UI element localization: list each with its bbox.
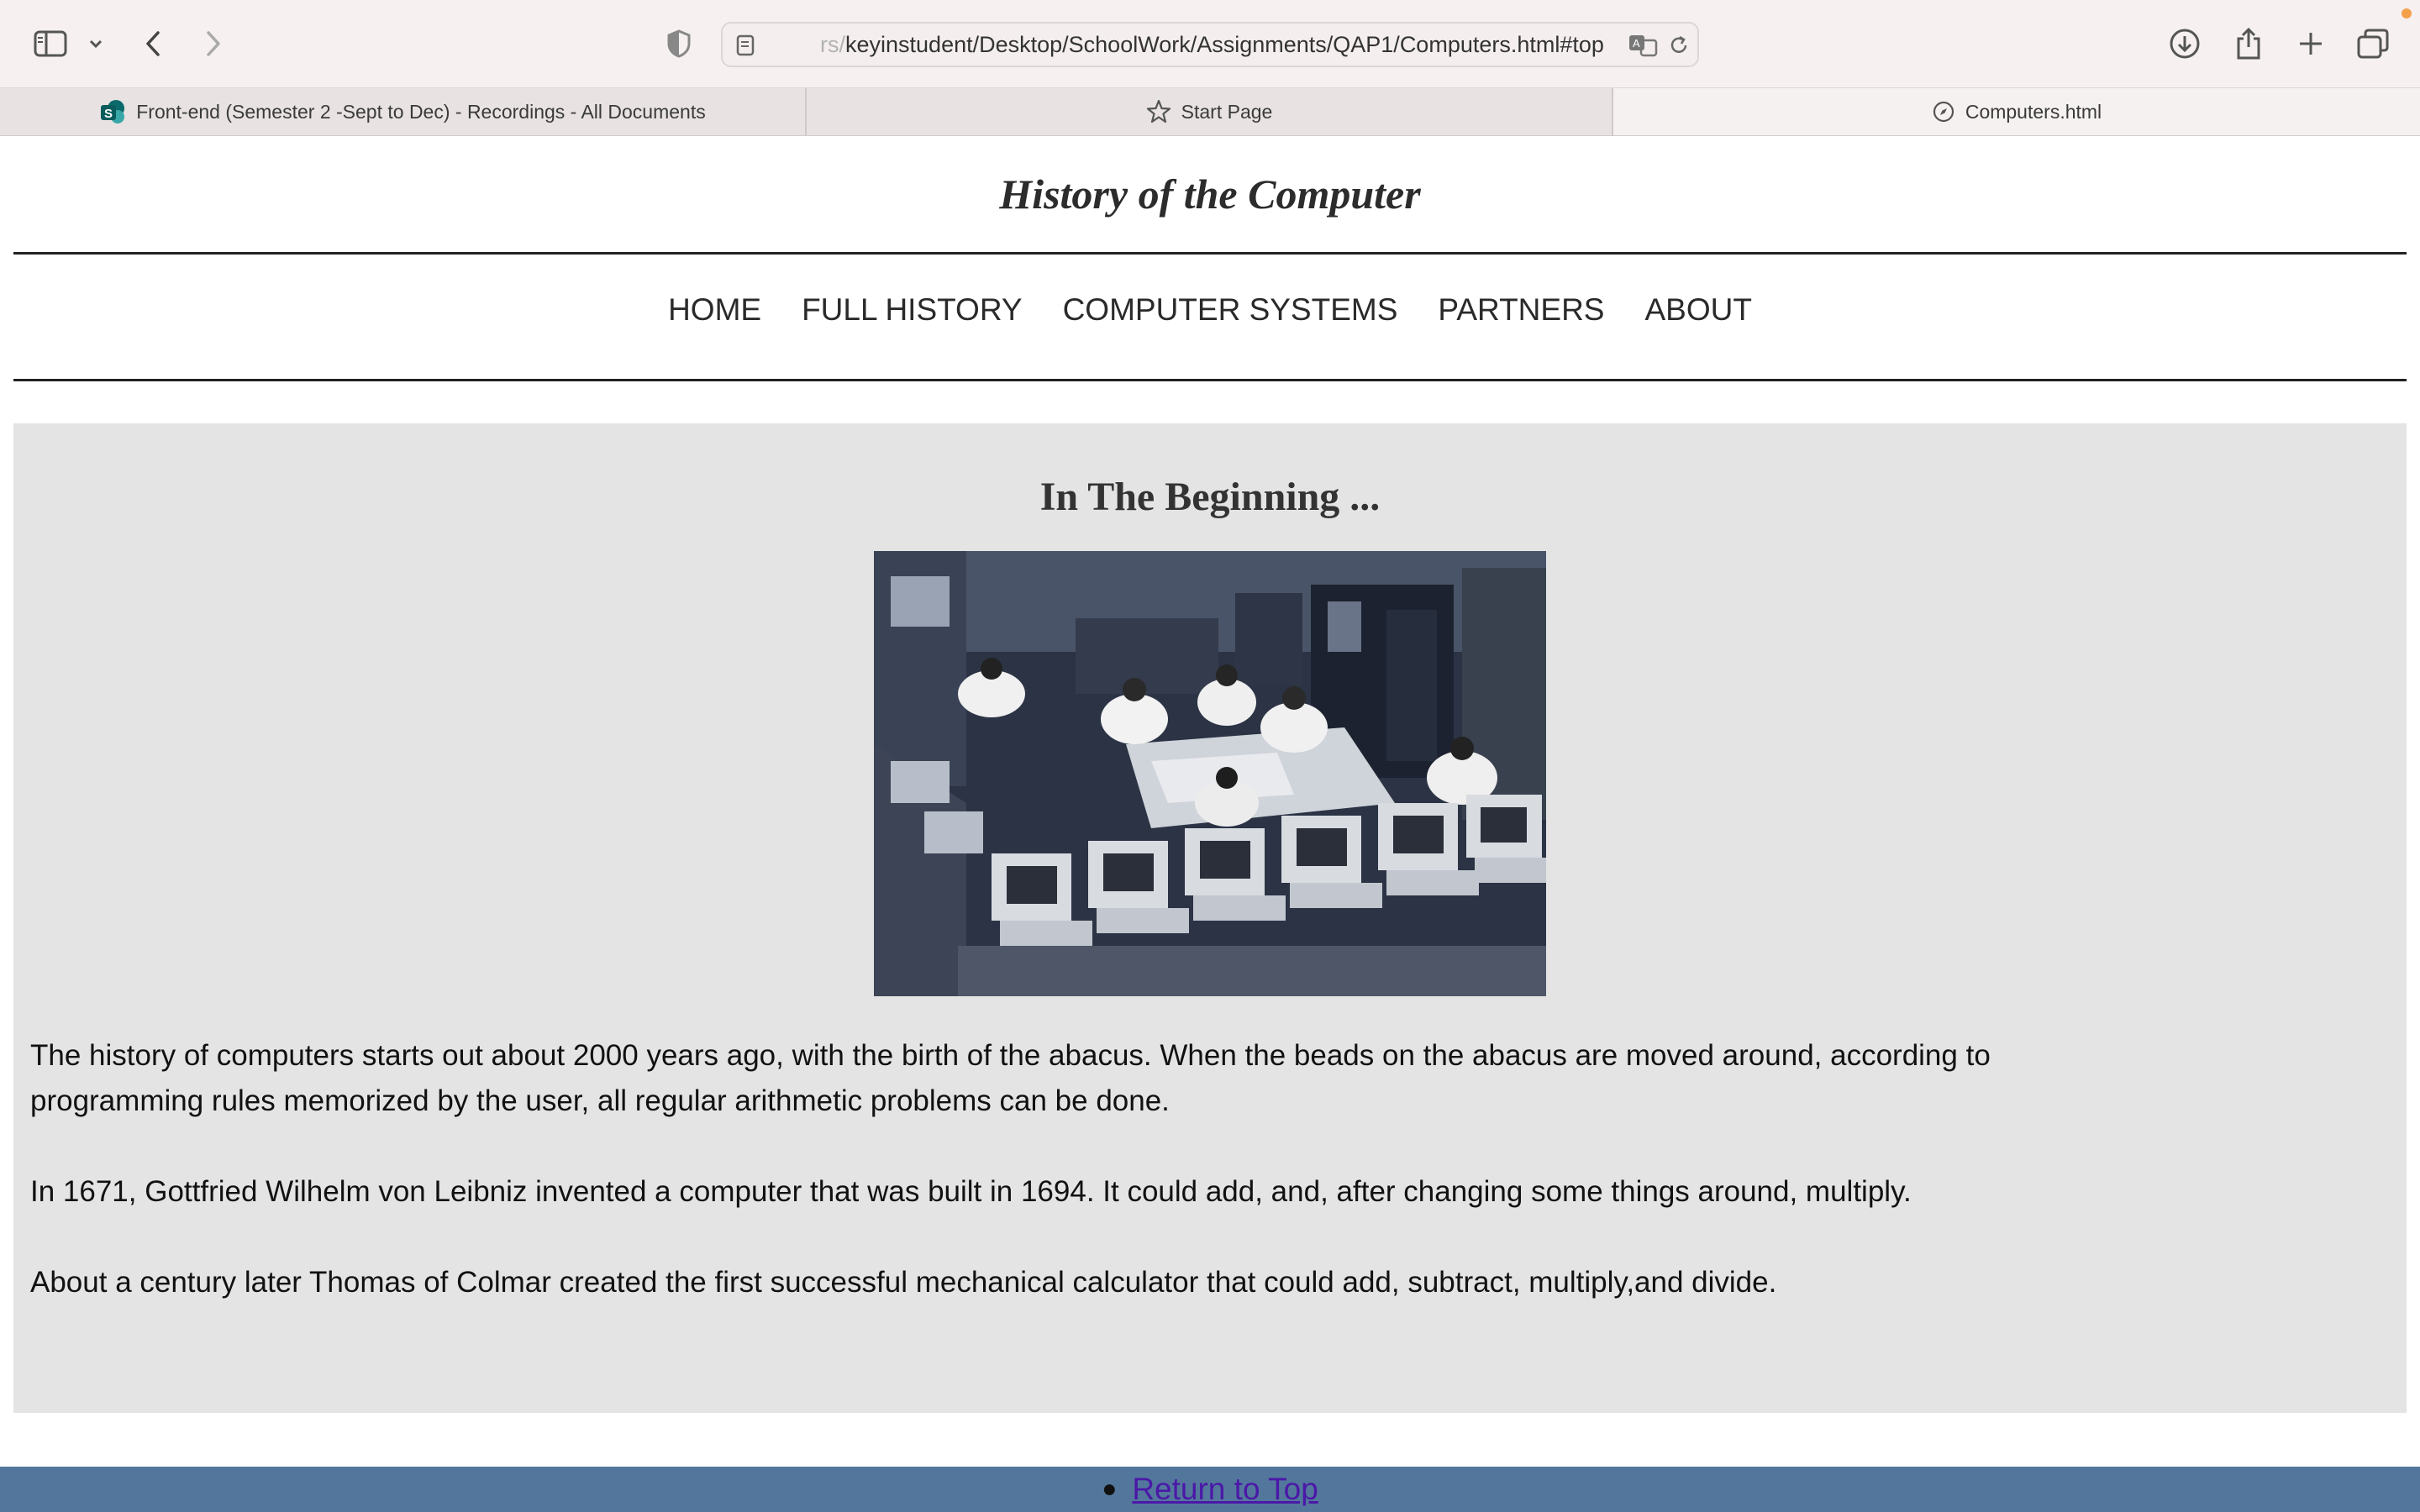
tab-bar: S Front-end (Semester 2 -Sept to Dec) - …	[0, 87, 2420, 136]
privacy-shield-icon[interactable]	[662, 27, 696, 60]
address-url: keyinstudent/Desktop/SchoolWork/Assignme…	[845, 32, 1604, 57]
paragraph: About a century later Thomas of Colmar c…	[30, 1266, 1777, 1299]
nav-computer-systems[interactable]: COMPUTER SYSTEMS	[1063, 292, 1398, 328]
back-arrow-icon[interactable]	[136, 25, 170, 62]
translate-icon[interactable]: A	[1627, 32, 1660, 59]
page-icon	[734, 34, 756, 57]
tab-label: Computers.html	[1965, 100, 2102, 123]
browser-toolbar: rs/keyinstudent/Desktop/SchoolWork/Assig…	[0, 0, 2420, 87]
tab-computers[interactable]: Computers.html	[1613, 88, 2420, 135]
paragraph: The history of computers starts out abou…	[30, 1039, 1991, 1117]
tab-label: Start Page	[1181, 100, 1273, 123]
forward-arrow-icon[interactable]	[197, 25, 230, 62]
section-heading: In The Beginning ...	[1039, 475, 1381, 519]
nav-divider	[13, 379, 2407, 381]
sharepoint-icon: S	[99, 98, 126, 125]
main-nav: HOME FULL HISTORY COMPUTER SYSTEMS PARTN…	[0, 292, 2420, 328]
star-icon	[1146, 99, 1171, 124]
return-to-top-link[interactable]: Return to Top	[1132, 1472, 1318, 1507]
reload-icon[interactable]	[1665, 32, 1692, 59]
footer-list: ● Return to Top	[0, 1467, 2420, 1512]
svg-text:A: A	[1633, 37, 1640, 50]
page-footer: ● Return to Top	[0, 1467, 2420, 1512]
tab-start-page[interactable]: Start Page	[807, 88, 1612, 135]
address-prefix: rs/	[820, 32, 845, 57]
share-icon[interactable]	[2230, 24, 2267, 64]
tab-overview-icon[interactable]	[2354, 25, 2391, 62]
history-text: The history of computers starts out abou…	[30, 1033, 2047, 1351]
web-page: History of the Computer HOME FULL HISTOR…	[0, 136, 2420, 1512]
site-title: History of the Computer	[999, 171, 1421, 218]
tab-sharepoint[interactable]: S Front-end (Semester 2 -Sept to Dec) - …	[0, 88, 805, 135]
computer-room-photo	[874, 551, 1546, 996]
paragraph: In 1671, Gottfried Wilhelm von Leibniz i…	[30, 1175, 1912, 1208]
address-bar[interactable]: rs/keyinstudent/Desktop/SchoolWork/Assig…	[721, 22, 1699, 67]
downloads-icon[interactable]	[2166, 25, 2203, 62]
address-text: rs/keyinstudent/Desktop/SchoolWork/Assig…	[820, 24, 1604, 66]
chevron-down-icon[interactable]	[84, 32, 108, 55]
nav-home[interactable]: HOME	[668, 292, 761, 328]
compass-icon	[1932, 100, 1955, 123]
nav-partners[interactable]: PARTNERS	[1438, 292, 1604, 328]
tab-label: Front-end (Semester 2 -Sept to Dec) - Re…	[136, 100, 706, 123]
svg-text:S: S	[104, 107, 113, 121]
new-tab-plus-icon[interactable]	[2292, 25, 2329, 62]
nav-full-history[interactable]: FULL HISTORY	[802, 292, 1023, 328]
footer-list-item: ● Return to Top	[1102, 1472, 1318, 1507]
header-divider	[13, 252, 2407, 255]
notification-dot	[2402, 8, 2412, 18]
main-content: In The Beginning ... The history of comp…	[13, 423, 2407, 1413]
nav-about[interactable]: ABOUT	[1644, 292, 1751, 328]
sidebar-toggle-icon[interactable]	[32, 25, 69, 62]
bullet-icon: ●	[1102, 1475, 1118, 1503]
